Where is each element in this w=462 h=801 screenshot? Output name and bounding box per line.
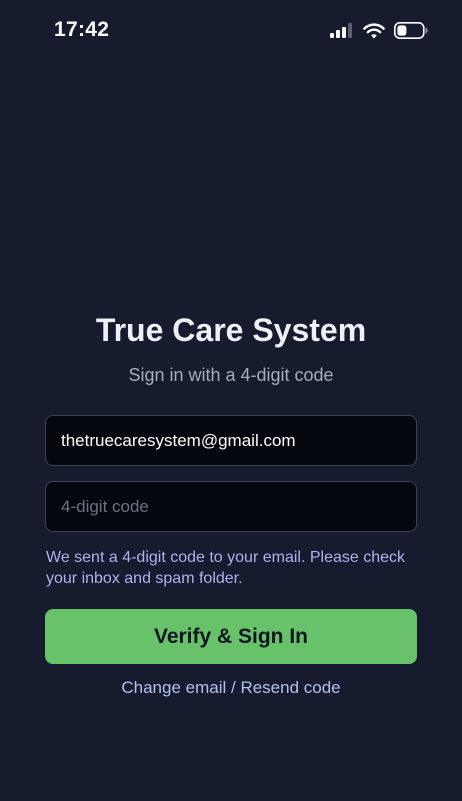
code-sent-hint: We sent a 4-digit code to your email. Pl… <box>46 549 405 587</box>
code-field[interactable] <box>45 481 417 532</box>
status-bar: 17:42 <box>0 0 462 62</box>
verify-sign-in-button[interactable]: Verify & Sign In <box>45 609 417 664</box>
email-field[interactable] <box>45 415 417 466</box>
status-time: 17:42 <box>54 18 110 41</box>
app-title: True Care System <box>95 312 367 348</box>
wifi-icon <box>363 23 385 38</box>
sign-in-subtitle: Sign in with a 4-digit code <box>128 365 334 385</box>
battery-icon <box>394 22 428 39</box>
status-icons <box>330 22 428 39</box>
cellular-signal-icon <box>330 23 352 38</box>
change-email-resend-link[interactable]: Change email / Resend code <box>0 678 462 698</box>
